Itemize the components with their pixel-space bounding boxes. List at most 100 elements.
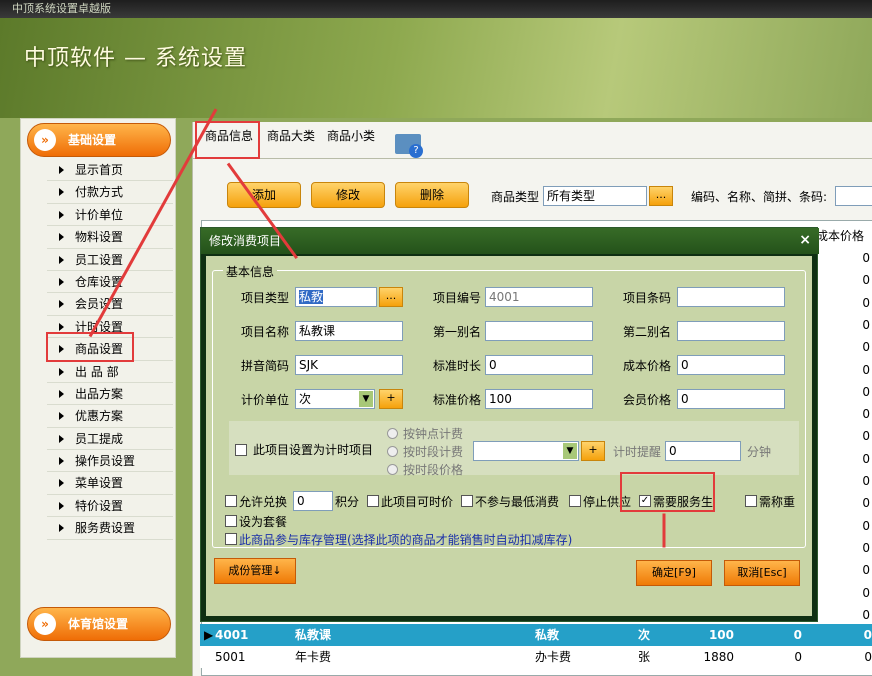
stock-label: 此商品参与库存管理(选择此项的商品才能销售时自动扣减库存) xyxy=(239,533,573,547)
sidebar-item-warehouse[interactable]: 仓库设置 xyxy=(47,271,173,294)
row-pointer-icon: ▶ xyxy=(204,628,214,642)
cost-cell: 0 xyxy=(862,362,870,377)
chevron-down-icon: ▼ xyxy=(563,443,577,459)
item-code-label: 项目编号 xyxy=(433,291,482,305)
cell-b: 0 xyxy=(863,628,872,642)
sidebar-item-dept[interactable]: 出 品 部 xyxy=(47,361,173,383)
tab-divider xyxy=(193,158,872,159)
period-label: 按时段计费 xyxy=(403,445,464,459)
cell-price: 100 xyxy=(708,628,734,642)
forward-icon: » xyxy=(34,129,56,151)
sidebar-item-plan[interactable]: 出品方案 xyxy=(47,383,173,406)
item-type-input[interactable]: 私教 xyxy=(295,287,377,307)
cost-cell: 0 xyxy=(862,451,870,466)
close-icon[interactable]: × xyxy=(799,232,811,248)
member-price-input[interactable]: 0 xyxy=(677,389,785,409)
weigh-checkbox[interactable] xyxy=(745,495,757,507)
basic-settings-button[interactable]: » 基础设置 xyxy=(27,123,171,157)
alias1-input[interactable] xyxy=(485,321,593,341)
timed-checkbox[interactable] xyxy=(235,444,247,456)
cost-cell: 0 xyxy=(862,540,870,555)
alias2-input[interactable] xyxy=(677,321,785,341)
cost-cell: 0 xyxy=(862,607,870,622)
unit-select[interactable]: 次 ▼ xyxy=(295,389,375,409)
period-radio[interactable] xyxy=(387,446,398,457)
cost-cell: 0 xyxy=(862,518,870,533)
cell-name: 私教课 xyxy=(295,628,332,642)
help-icon[interactable]: ? xyxy=(395,134,423,158)
app-title: 中顶软件 — 系统设置 xyxy=(24,46,247,71)
pinyin-input[interactable]: SJK xyxy=(295,355,403,375)
add-unit-button[interactable]: + xyxy=(379,389,403,409)
sidebar-item-material[interactable]: 物料设置 xyxy=(47,226,173,249)
cell-a: 0 xyxy=(794,650,802,664)
dialog-title: 修改消费项目 xyxy=(201,228,819,254)
type-label: 商品类型 xyxy=(491,190,540,204)
cost-cell: 0 xyxy=(862,317,870,332)
std-price-input[interactable]: 100 xyxy=(485,389,593,409)
item-barcode-input[interactable] xyxy=(677,287,785,307)
cost-cell: 0 xyxy=(862,407,870,422)
period-price-radio[interactable] xyxy=(387,464,398,475)
item-code-input[interactable]: 4001 xyxy=(485,287,593,307)
table-row[interactable]: ▶ 4001 私教课 私教 次 100 0 0 xyxy=(200,624,872,646)
points-input[interactable]: 0 xyxy=(293,491,333,511)
gym-settings-button[interactable]: » 体育馆设置 xyxy=(27,607,171,641)
cost-cell: 0 xyxy=(862,474,870,488)
cell-code: 5001 xyxy=(215,650,246,664)
std-time-label: 标准时长 xyxy=(433,359,482,373)
tab-category[interactable]: 商品大类 xyxy=(267,122,315,150)
add-period-button[interactable]: + xyxy=(581,441,605,461)
cell-type: 办卡费 xyxy=(535,650,572,664)
redeem-checkbox[interactable] xyxy=(225,495,237,507)
table-row[interactable]: 5001 年卡费 办卡费 张 1880 0 0 xyxy=(200,646,872,668)
remind-input[interactable]: 0 xyxy=(665,441,741,461)
add-button[interactable]: 添加 xyxy=(227,182,301,208)
cancel-button[interactable]: 取消[Esc] xyxy=(724,560,800,586)
item-type-value: 私教 xyxy=(299,290,324,304)
stop-supply-checkbox[interactable] xyxy=(569,495,581,507)
sidebar-item-service[interactable]: 服务费设置 xyxy=(47,517,173,540)
cell-price: 1880 xyxy=(703,650,734,664)
nomin-checkbox[interactable] xyxy=(461,495,473,507)
cost-price-input[interactable]: 0 xyxy=(677,355,785,375)
sidebar-item-payment[interactable]: 付款方式 xyxy=(47,181,173,204)
ok-button[interactable]: 确定[F9] xyxy=(636,560,712,586)
edit-button[interactable]: 修改 xyxy=(311,182,385,208)
sidebar-item-commission[interactable]: 员工提成 xyxy=(47,428,173,451)
delete-button[interactable]: 删除 xyxy=(395,182,469,208)
item-name-input[interactable]: 私教课 xyxy=(295,321,403,341)
cell-unit: 次 xyxy=(638,628,651,642)
timeprice-checkbox[interactable] xyxy=(367,495,379,507)
item-type-picker-button[interactable]: ... xyxy=(379,287,403,307)
sidebar-item-operator[interactable]: 操作员设置 xyxy=(47,450,173,473)
cost-cell: 0 xyxy=(862,496,870,511)
search-input[interactable] xyxy=(835,186,872,206)
cell-unit: 张 xyxy=(638,650,651,664)
stock-checkbox[interactable] xyxy=(225,533,237,545)
sidebar-item-special[interactable]: 特价设置 xyxy=(47,495,173,518)
item-name-label: 项目名称 xyxy=(241,325,290,339)
tab-subcategory[interactable]: 商品小类 xyxy=(327,122,375,150)
period-select[interactable]: ▼ xyxy=(473,441,579,461)
sidebar-item-discount[interactable]: 优惠方案 xyxy=(47,405,173,428)
sidebar: » 基础设置 显示首页 付款方式 计价单位 物料设置 员工设置 仓库设置 会员设… xyxy=(20,118,176,658)
cell-type: 私教 xyxy=(535,628,560,642)
minute-label: 分钟 xyxy=(747,445,772,459)
basic-info-group: 基本信息 项目类型 私教 ... 项目编号 4001 项目条码 项目名称 私教课… xyxy=(212,263,806,548)
cost-cell: 0 xyxy=(862,295,870,310)
composition-button[interactable]: 成份管理↓ xyxy=(214,558,296,584)
type-picker-button[interactable]: ... xyxy=(649,186,673,206)
set-meal-checkbox[interactable] xyxy=(225,515,237,527)
basic-settings-label: 基础设置 xyxy=(68,133,117,147)
sidebar-item-menu[interactable]: 菜单设置 xyxy=(47,472,173,495)
window-title: 中顶系统设置卓越版 xyxy=(0,0,872,18)
hourly-radio[interactable] xyxy=(387,428,398,439)
nomin-label: 不参与最低消费 xyxy=(475,495,560,509)
cell-b: 0 xyxy=(864,650,872,664)
sidebar-item-staff[interactable]: 员工设置 xyxy=(47,249,173,271)
std-time-input[interactable]: 0 xyxy=(485,355,593,375)
hourly-label: 按钟点计费 xyxy=(403,427,464,441)
sidebar-item-home[interactable]: 显示首页 xyxy=(47,159,173,182)
type-select[interactable]: 所有类型 xyxy=(543,186,647,206)
